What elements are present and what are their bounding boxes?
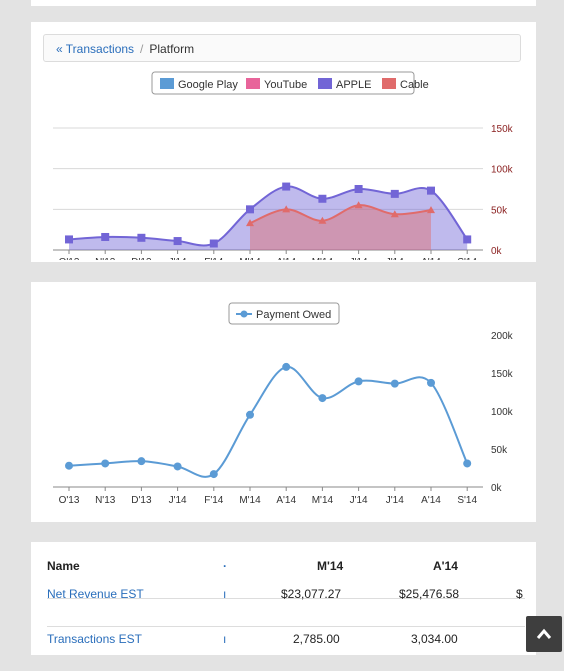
row-a14-value: 3,034.00 — [411, 632, 458, 646]
breadcrumb-transactions-link[interactable]: « Transactions — [56, 42, 134, 56]
x-tick-label: J'14 — [169, 257, 187, 260]
x-tick-label: S'14 — [457, 495, 477, 506]
legend-label: Payment Owed — [256, 309, 331, 321]
data-point — [318, 194, 327, 203]
header-m14: M'14 — [317, 559, 344, 573]
legend-label: Cable — [400, 79, 429, 91]
x-tick-label: M'14 — [239, 257, 261, 260]
x-tick-label: N'13 — [95, 495, 116, 506]
row-name-link[interactable]: Transactions EST — [47, 627, 142, 651]
y-tick-label: 100k — [491, 407, 514, 418]
scroll-to-top-button[interactable] — [526, 616, 562, 652]
top-panel-edge — [31, 0, 536, 6]
platform-area-chart: Google Play YouTube APPLE Cable 150k 100k 50k 0… — [53, 71, 514, 260]
legend-swatch — [382, 78, 396, 89]
x-tick-label: J'14 — [386, 495, 404, 506]
x-tick-label: J'14 — [350, 257, 368, 260]
row-extra-value: $ — [516, 587, 523, 601]
legend-swatch — [246, 78, 260, 89]
platform-chart-panel: « Transactions / Platform Google Play YouTu… — [31, 22, 536, 262]
x-tick-label: N'13 — [95, 257, 116, 260]
x-tick-label: M'14 — [312, 495, 334, 506]
data-point — [463, 459, 472, 468]
x-tick-label: M'14 — [312, 257, 334, 260]
x-tick-label: J'14 — [350, 495, 368, 506]
table-row: Net Revenue EST ı $23,077.27 $25,476.58 … — [47, 582, 525, 627]
data-point — [390, 189, 399, 198]
row-name-link[interactable]: Net Revenue EST — [47, 582, 144, 606]
row-divider: ı — [223, 632, 227, 646]
legend-label: YouTube — [264, 79, 307, 91]
legend-swatch — [160, 78, 174, 89]
y-tick-label: 150k — [491, 369, 514, 380]
legend-label: Google Play — [178, 79, 238, 91]
data-point — [463, 235, 472, 244]
summary-table-panel: Name · M'14 A'14 Net Revenue EST ı $23,0… — [31, 542, 536, 655]
x-tick-label: D'13 — [131, 257, 152, 260]
data-point — [209, 239, 218, 248]
table-row: Transactions EST ı 2,785.00 3,034.00 — [47, 627, 525, 671]
data-point — [318, 394, 327, 403]
y-tick-label: 50k — [491, 205, 508, 216]
x-tick-label: F'14 — [204, 495, 224, 506]
row-m14-value: 2,785.00 — [293, 632, 340, 646]
chart2-legend[interactable]: Payment Owed — [228, 302, 340, 325]
x-tick-label: A'14 — [276, 257, 296, 260]
payment-owed-line-chart: Payment Owed 200k 150k 100k 50k 0k O'13 N'13 D'1… — [53, 302, 514, 506]
y-tick-label: 200k — [491, 331, 514, 342]
data-point — [427, 378, 435, 387]
data-point — [173, 462, 182, 471]
legend-marker — [240, 310, 248, 318]
data-point — [282, 182, 291, 191]
x-tick-label: J'14 — [169, 495, 187, 506]
x-tick-label: A'14 — [276, 495, 296, 506]
row-a14-value: $25,476.58 — [399, 587, 460, 601]
header-name: Name — [47, 559, 80, 573]
x-tick-label: J'14 — [386, 257, 404, 260]
x-tick-label: A'14 — [421, 257, 441, 260]
breadcrumb-separator: / — [140, 42, 144, 56]
x-tick-label: S'14 — [457, 257, 477, 260]
x-tick-label: F'14 — [204, 257, 224, 260]
row-divider: ı — [223, 587, 227, 601]
chart1-legend[interactable]: Google Play YouTube APPLE Cable — [151, 71, 429, 95]
legend-swatch — [318, 78, 332, 89]
legend-label: APPLE — [336, 79, 371, 91]
chevron-up-icon — [536, 628, 552, 639]
data-point — [282, 362, 291, 371]
data-point — [354, 185, 363, 193]
header-a14: A'14 — [433, 559, 458, 573]
data-point — [173, 237, 182, 246]
payment-owed-chart-panel: Payment Owed 200k 150k 100k 50k 0k O'13 N'13 D'1… — [31, 282, 536, 522]
y-tick-label: 0k — [491, 483, 503, 494]
breadcrumb-current: Platform — [149, 42, 195, 56]
x-tick-label: A'14 — [421, 495, 441, 506]
data-point — [246, 205, 254, 214]
data-point — [427, 186, 435, 195]
x-tick-label: O'13 — [59, 495, 80, 506]
y-tick-label: 150k — [491, 124, 514, 135]
data-point — [390, 379, 399, 388]
data-point — [101, 232, 110, 241]
x-tick-label: M'14 — [239, 495, 261, 506]
x-tick-label: D'13 — [131, 495, 152, 506]
breadcrumb: « Transactions / Platform — [43, 34, 521, 62]
data-point — [354, 377, 363, 386]
series-line-payment-owed — [68, 365, 469, 478]
x-tick-label: O'13 — [59, 257, 80, 260]
data-point — [209, 470, 218, 479]
y-tick-label: 50k — [491, 445, 508, 456]
data-point — [101, 459, 110, 468]
y-tick-label: 0k — [491, 246, 503, 257]
row-m14-value: $23,077.27 — [281, 587, 342, 601]
data-point — [65, 235, 73, 244]
data-point — [246, 410, 254, 419]
column-divider: · — [223, 559, 227, 573]
data-point — [137, 457, 146, 466]
data-point — [137, 233, 146, 242]
y-tick-label: 100k — [491, 165, 514, 176]
data-point — [65, 461, 73, 470]
